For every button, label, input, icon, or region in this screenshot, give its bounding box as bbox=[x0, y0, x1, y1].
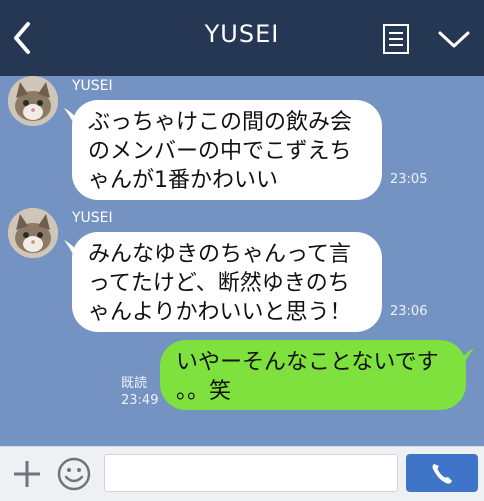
chat-header: YUSEI bbox=[0, 0, 484, 76]
sender-avatar[interactable] bbox=[8, 76, 58, 126]
more-options-button[interactable] bbox=[436, 24, 472, 54]
message-line: ってたけど、断然ゆきのち bbox=[88, 271, 350, 296]
cat-avatar-icon bbox=[8, 76, 58, 126]
message-line: のメンバーの中でこずえち bbox=[88, 139, 352, 164]
read-receipt: 既読 bbox=[121, 376, 148, 391]
message-input[interactable] bbox=[104, 454, 398, 492]
smiley-icon bbox=[57, 457, 91, 491]
chat-area[interactable]: YUSEI ぶっちゃけこの間の飲み会 のメンバーの中でこずえち ゃんが1番かわい… bbox=[0, 76, 484, 446]
note-menu-button[interactable] bbox=[380, 22, 412, 56]
message-bubble[interactable]: いやーそんなことないです 。。笑 bbox=[160, 340, 466, 410]
bubble-tail bbox=[458, 348, 474, 364]
note-list-icon bbox=[383, 24, 409, 54]
message-bubble[interactable]: みんなゆきのちゃんって言 ってたけど、断然ゆきのち ゃんよりかわいいと思う！ bbox=[72, 232, 382, 332]
message-line: ぶっちゃけこの間の飲み会 bbox=[88, 110, 353, 135]
message-line: みんなゆきのちゃんって言 bbox=[88, 242, 351, 267]
message-time: 23:05 bbox=[390, 172, 428, 187]
chevron-down-icon bbox=[438, 31, 470, 48]
message-line: 。。笑 bbox=[176, 379, 232, 404]
message-time: 23:49 bbox=[121, 393, 159, 408]
message-line: ゃんが1番かわいい bbox=[88, 168, 278, 193]
add-button[interactable] bbox=[10, 457, 44, 491]
message-time: 23:06 bbox=[390, 304, 428, 319]
sender-name: YUSEI bbox=[72, 78, 113, 94]
sender-avatar[interactable] bbox=[8, 208, 58, 258]
input-bar bbox=[0, 446, 484, 501]
emoji-button[interactable] bbox=[56, 456, 92, 492]
message-line: いやーそんなことないです bbox=[176, 350, 439, 375]
plus-icon bbox=[14, 461, 40, 487]
message-bubble[interactable]: ぶっちゃけこの間の飲み会 のメンバーの中でこずえち ゃんが1番かわいい bbox=[72, 100, 382, 200]
cat-avatar-icon bbox=[8, 208, 58, 258]
sender-name: YUSEI bbox=[72, 210, 113, 226]
phone-icon bbox=[432, 464, 452, 484]
call-button[interactable] bbox=[406, 454, 478, 492]
message-line: ゃんよりかわいいと思う！ bbox=[88, 300, 352, 325]
